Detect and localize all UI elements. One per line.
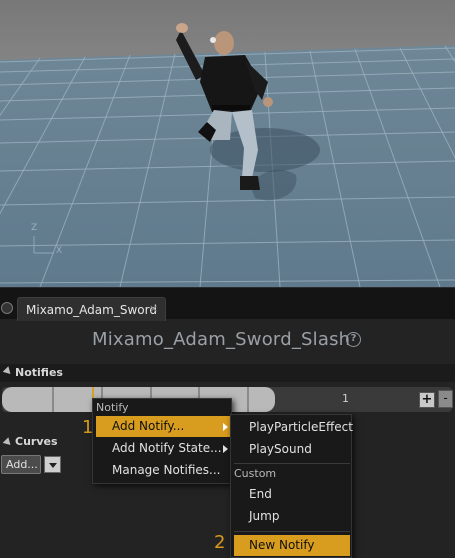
menu-heading: Notify — [96, 401, 129, 414]
menu-item-label: New Notify — [249, 538, 315, 552]
menu-item-add-notify[interactable]: Add Notify... — [96, 416, 230, 437]
menu-separator — [234, 463, 350, 464]
collapse-arrow-icon — [2, 366, 14, 377]
axis-z-label: Z — [31, 223, 38, 233]
collapse-arrow-icon — [2, 437, 14, 448]
menu-item-label: Add Notify State... — [112, 441, 222, 455]
add-curve-button[interactable]: Add... — [1, 455, 41, 474]
menu-item-label: End — [249, 487, 272, 501]
menu-item-add-notify-state[interactable]: Add Notify State... — [96, 438, 230, 459]
viewport-scene — [0, 23, 455, 287]
notify-context-menu: Notify Add Notify... Add Notify State...… — [92, 398, 232, 484]
menu-item-end[interactable]: End — [234, 484, 350, 505]
menu-separator — [234, 531, 350, 532]
notifies-label: Notifies — [15, 366, 63, 379]
menu-item-label: Add Notify... — [112, 419, 185, 433]
submenu-arrow-icon — [223, 423, 228, 431]
add-curve-label: Add... — [6, 458, 38, 471]
tab-label: Mixamo_Adam_Sword — [26, 303, 157, 317]
close-icon[interactable]: × — [149, 302, 158, 315]
track-number: 1 — [342, 392, 349, 405]
add-notify-submenu: PlayParticleEffect PlaySound Custom End … — [230, 414, 353, 558]
curves-label: Curves — [15, 435, 58, 448]
animation-viewport[interactable]: Z X — [0, 0, 455, 287]
axis-x-label: X — [56, 246, 63, 256]
help-icon[interactable]: ? — [346, 332, 361, 347]
menu-item-label: Manage Notifies... — [112, 463, 221, 477]
menu-item-play-sound[interactable]: PlaySound — [234, 439, 350, 460]
menu-item-new-notify[interactable]: New Notify — [234, 535, 350, 556]
remove-track-button[interactable]: - — [438, 390, 453, 408]
menu-item-manage-notifies[interactable]: Manage Notifies... — [96, 460, 230, 481]
menu-item-play-particle-effect[interactable]: PlayParticleEffect — [234, 417, 353, 438]
chevron-down-icon — [49, 463, 57, 468]
step-number-2: 2 — [214, 532, 226, 553]
notifies-section-header[interactable]: Notifies — [0, 364, 455, 382]
custom-heading: Custom — [234, 467, 277, 480]
add-curve-dropdown[interactable] — [44, 456, 61, 473]
tab-menu-icon[interactable] — [1, 302, 13, 314]
frame-divider — [52, 387, 54, 412]
tab-bar: Mixamo_Adam_Sword × — [0, 287, 455, 321]
menu-item-jump[interactable]: Jump — [234, 506, 350, 527]
submenu-arrow-icon — [223, 445, 228, 453]
frame-divider — [247, 387, 249, 412]
animation-title: Mixamo_Adam_Sword_Slash — [92, 329, 351, 350]
tab-mixamo-adam-sword[interactable]: Mixamo_Adam_Sword × — [17, 297, 166, 321]
menu-item-label: PlaySound — [249, 442, 312, 456]
menu-item-label: Jump — [249, 509, 280, 523]
menu-item-label: PlayParticleEffect — [249, 420, 353, 434]
add-track-button[interactable]: + — [419, 392, 435, 408]
